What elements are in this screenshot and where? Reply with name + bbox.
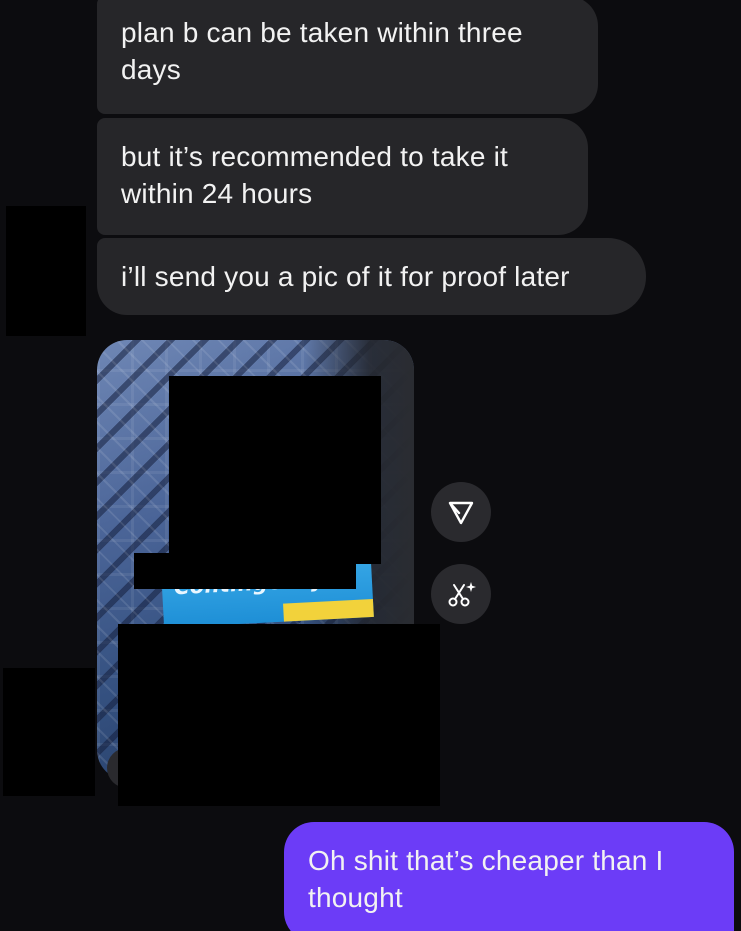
message-text: plan b can be taken within three days (121, 17, 523, 85)
incoming-message[interactable]: plan b can be taken within three days (97, 0, 598, 114)
share-button[interactable] (431, 482, 491, 542)
sparkle-edit-icon (448, 582, 476, 607)
message-text: but it’s recommended to take it within 2… (121, 141, 508, 209)
redaction-box (169, 376, 381, 564)
incoming-message[interactable]: but it’s recommended to take it within 2… (97, 118, 588, 235)
chat-screen: plan b can be taken within three days bu… (0, 0, 741, 931)
message-text: Oh shit that’s cheaper than I thought (308, 845, 664, 913)
redaction-box (134, 553, 356, 589)
share-icon (448, 501, 474, 525)
outgoing-message[interactable]: Oh shit that’s cheaper than I thought (284, 822, 734, 931)
ai-edit-button[interactable] (431, 564, 491, 624)
redaction-box (118, 624, 440, 806)
redacted-avatar (6, 206, 86, 336)
message-text: i’ll send you a pic of it for proof late… (121, 261, 570, 292)
redacted-avatar (3, 668, 95, 796)
incoming-message[interactable]: i’ll send you a pic of it for proof late… (97, 238, 646, 315)
